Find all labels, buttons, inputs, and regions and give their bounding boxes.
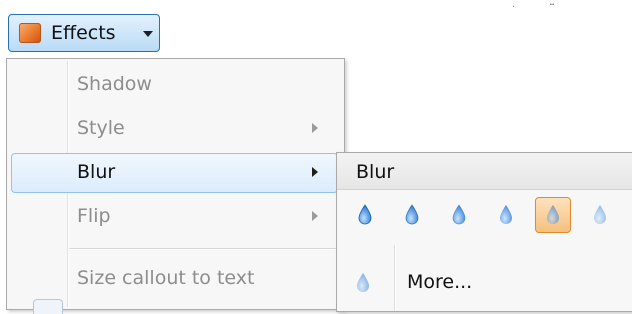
blur-swatch-1[interactable] [347,197,383,233]
menu-item-label: Size callout to text [77,267,255,289]
menu-item-flip[interactable]: Flip [11,197,338,237]
menu-separator [69,248,340,250]
blur-swatch-2[interactable] [394,197,430,233]
chevron-right-icon [312,123,318,133]
blur-gallery [347,197,632,241]
blur-drop-icon [452,204,466,225]
menu-item-label: Shadow [77,73,152,95]
blur-drop-icon [547,205,559,224]
blur-drop-icon [405,204,419,225]
chevron-down-icon [143,31,153,37]
decorative-mark: · [512,2,516,13]
blur-drop-icon [500,205,512,224]
menu-item-label: More... [407,271,473,293]
menu-item-blur[interactable]: Blur [11,153,338,193]
menu-item-style[interactable]: Style [11,109,338,149]
blur-swatch-4[interactable] [488,197,524,233]
blur-drop-icon [358,204,372,225]
menu-item-label: Blur [77,161,116,183]
menu-item-label: Flip [77,205,111,227]
effects-menu: Shadow Style Blur Flip Size callout to t… [6,58,345,314]
menu-item-label: Style [77,117,125,139]
effects-square-icon [19,23,41,43]
chevron-right-icon [312,211,318,221]
menu-item-more[interactable]: More... [341,263,631,303]
menu-item-size-callout-to-text[interactable]: Size callout to text [11,259,338,299]
submenu-title: Blur [356,161,395,183]
submenu-header: Blur [337,153,632,190]
menu-item-shadow[interactable]: Shadow [11,65,338,105]
blur-drop-icon [594,205,606,224]
decorative-mark: ¨ [549,2,555,16]
blur-swatch-5[interactable] [535,197,571,233]
blur-submenu: Blur More... [336,152,632,312]
effects-label: Effects [51,22,116,44]
blur-swatch-6[interactable] [582,197,618,233]
chevron-right-icon [312,167,318,177]
effects-dropdown-button[interactable]: Effects [8,14,160,52]
blur-swatch-3[interactable] [441,197,477,233]
blur-drop-icon [357,273,369,292]
menu-bottom-tab [33,299,63,314]
